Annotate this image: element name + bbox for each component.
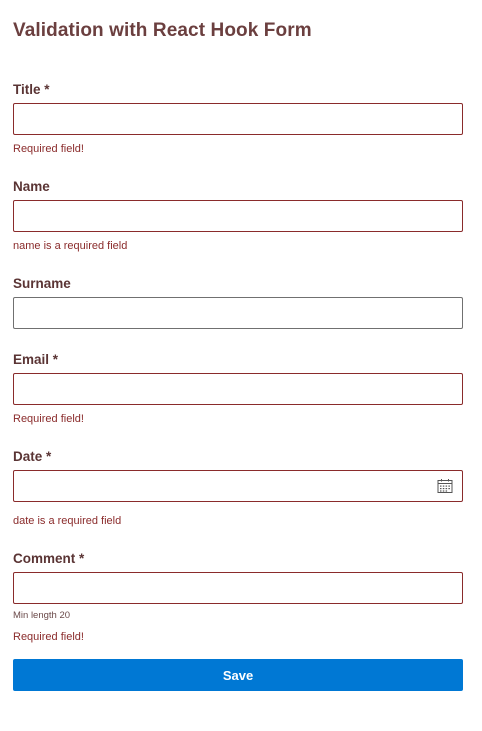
date-error: date is a required field [13, 515, 122, 527]
email-error: Required field! [13, 413, 84, 425]
name-error: name is a required field [13, 240, 128, 252]
comment-label: Comment * [13, 551, 85, 566]
email-label: Email * [13, 352, 59, 367]
date-input[interactable] [14, 471, 462, 501]
surname-label: Surname [13, 276, 71, 291]
name-input[interactable] [14, 201, 462, 231]
date-field[interactable] [13, 470, 463, 502]
calendar-icon[interactable] [437, 478, 453, 494]
save-button[interactable]: Save [13, 659, 463, 691]
surname-field[interactable] [13, 297, 463, 329]
name-label: Name [13, 179, 50, 194]
comment-error: Required field! [13, 631, 84, 643]
date-label: Date * [13, 449, 52, 464]
page-title: Validation with React Hook Form [13, 20, 312, 41]
surname-input[interactable] [14, 298, 462, 328]
title-input[interactable] [14, 104, 462, 134]
comment-field[interactable] [13, 572, 463, 604]
title-field[interactable] [13, 103, 463, 135]
title-label: Title * [13, 82, 50, 97]
email-field[interactable] [13, 373, 463, 405]
comment-hint: Min length 20 [13, 610, 71, 621]
email-input[interactable] [14, 374, 462, 404]
name-field[interactable] [13, 200, 463, 232]
title-error: Required field! [13, 143, 84, 155]
comment-input[interactable] [14, 573, 462, 603]
